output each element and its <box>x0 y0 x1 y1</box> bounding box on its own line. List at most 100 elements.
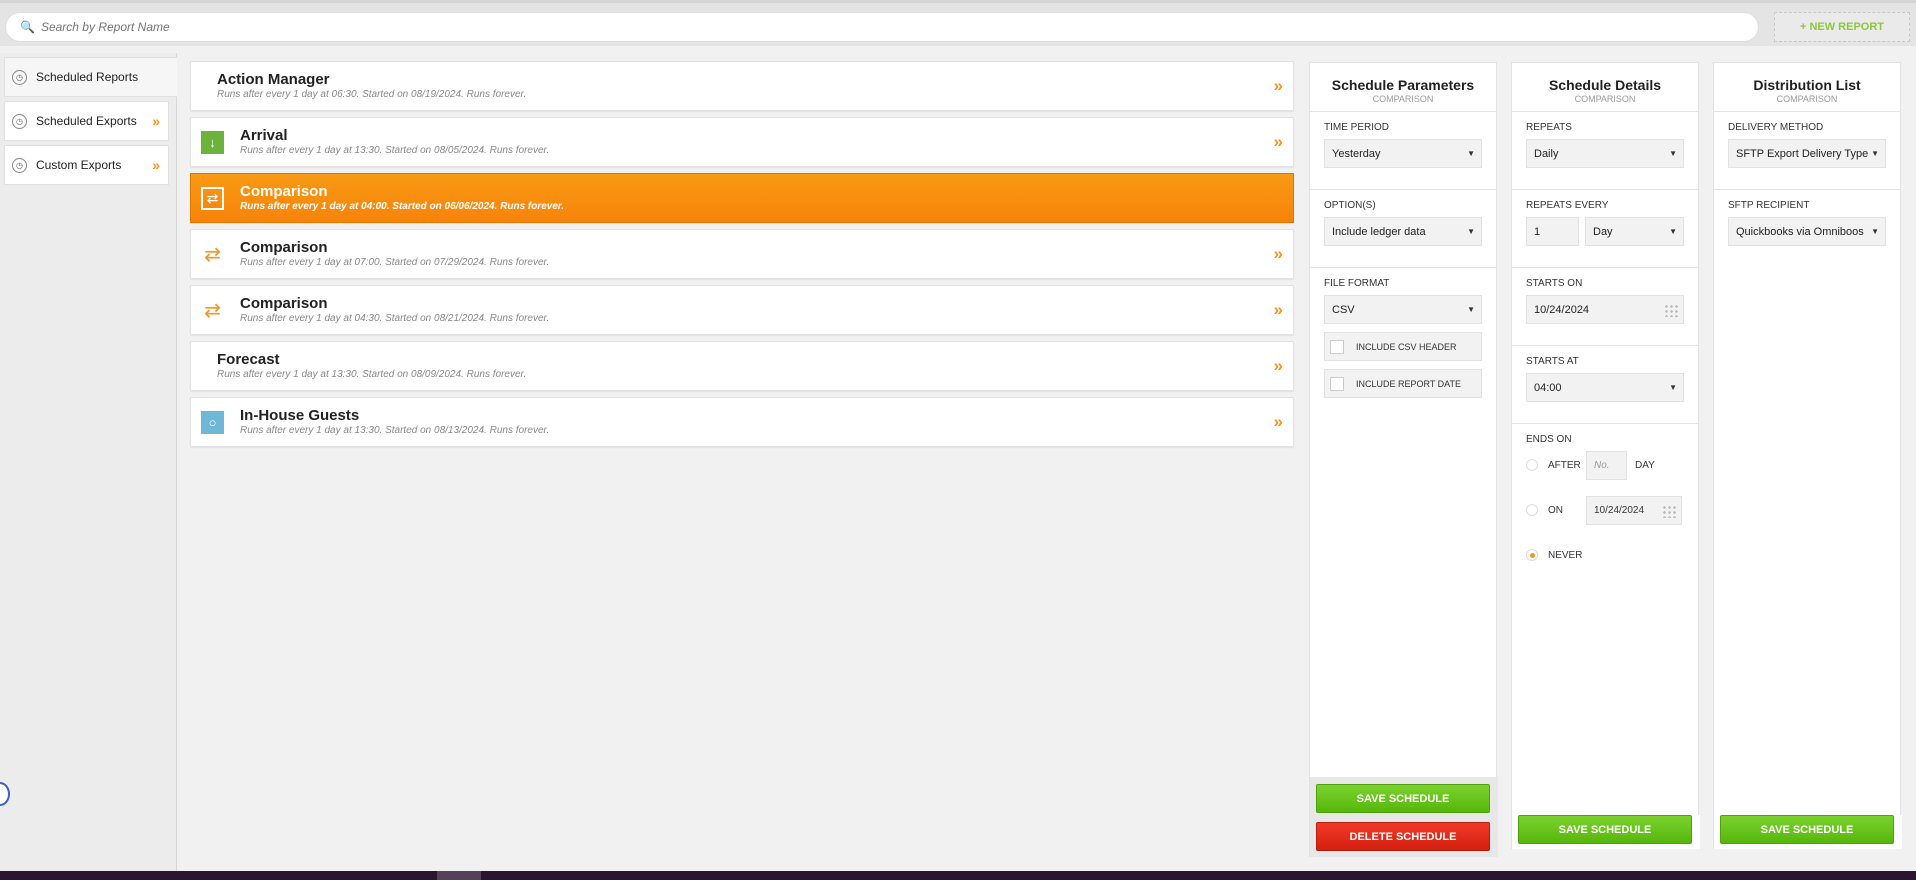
panel-title: Schedule Details <box>1548 77 1662 93</box>
calendar-icon[interactable] <box>1664 304 1678 317</box>
taskbar <box>0 871 1916 880</box>
sidebar-item-scheduled-reports[interactable]: ◷ Scheduled Reports <box>4 57 177 97</box>
day-label: DAY <box>1635 459 1655 471</box>
never-label: NEVER <box>1548 549 1583 561</box>
include-report-date-checkbox[interactable]: INCLUDE REPORT DATE <box>1324 369 1482 398</box>
time-period-select[interactable]: Yesterday ▼ <box>1324 139 1482 168</box>
caret-down-icon: ▼ <box>1467 149 1475 158</box>
double-chevron-right-icon[interactable]: » <box>1274 412 1283 432</box>
report-title: Arrival <box>240 127 288 144</box>
search-bar[interactable]: 🔍 <box>5 12 1759 42</box>
report-subtitle: Runs after every 1 day at 13:30. Started… <box>240 425 550 436</box>
report-row[interactable]: Forecast Runs after every 1 day at 13:30… <box>190 341 1294 391</box>
report-subtitle: Runs after every 1 day at 13:30. Started… <box>217 369 527 380</box>
report-subtitle: Runs after every 1 day at 13:30. Started… <box>240 145 550 156</box>
caret-down-icon: ▼ <box>1868 227 1879 236</box>
checkbox-label: INCLUDE REPORT DATE <box>1356 378 1462 389</box>
panel-footer: SAVE SCHEDULE DELETE SCHEDULE <box>1310 777 1498 857</box>
comparison-swap-icon: ⇄ <box>204 244 221 266</box>
search-input[interactable] <box>40 20 1758 34</box>
report-row[interactable]: ○ In-House Guests Runs after every 1 day… <box>190 397 1294 447</box>
sftp-recipient-value: Quickbooks via Omniboos <box>1736 225 1864 238</box>
time-period-label: TIME PERIOD <box>1324 122 1390 133</box>
ends-never-option[interactable]: NEVER <box>1526 537 1684 573</box>
options-select[interactable]: Include ledger data ▼ <box>1324 217 1482 246</box>
repeats-value: Daily <box>1534 147 1559 160</box>
report-row[interactable]: Action Manager Runs after every 1 day at… <box>190 61 1294 111</box>
starts-at-select[interactable]: 04:00 ▼ <box>1526 373 1684 402</box>
delete-schedule-button[interactable]: DELETE SCHEDULE <box>1316 822 1490 851</box>
file-format-select[interactable]: CSV ▼ <box>1324 295 1482 324</box>
report-title: Comparison <box>240 183 328 200</box>
search-icon: 🔍 <box>20 20 35 34</box>
delivery-method-select[interactable]: SFTP Export Delivery Type ▼ <box>1728 139 1886 168</box>
calendar-icon[interactable] <box>1662 504 1676 518</box>
panel-title: Distribution List <box>1753 77 1861 93</box>
starts-at-label: STARTS AT <box>1526 356 1579 367</box>
double-chevron-right-icon[interactable]: » <box>1274 300 1283 320</box>
starts-on-date-input[interactable]: 10/24/2024 <box>1526 295 1684 324</box>
after-radio[interactable] <box>1526 459 1538 471</box>
options-label: OPTION(S) <box>1324 200 1376 211</box>
repeats-every-input[interactable]: 1 <box>1526 217 1579 246</box>
double-chevron-right-icon: » <box>152 157 160 173</box>
schedule-details-panel: Schedule Details COMPARISON REPEATS Dail… <box>1511 62 1700 849</box>
delivery-method-label: DELIVERY METHOD <box>1728 122 1824 133</box>
checkbox-box[interactable] <box>1330 339 1344 354</box>
save-schedule-button[interactable]: SAVE SCHEDULE <box>1720 815 1894 844</box>
caret-down-icon: ▼ <box>1669 227 1677 236</box>
sidebar-item-label: Scheduled Exports <box>36 114 137 128</box>
report-row-selected[interactable]: ⇄ Comparison Runs after every 1 day at 0… <box>190 173 1294 223</box>
sftp-recipient-label: SFTP RECIPIENT <box>1728 200 1810 211</box>
report-title: Action Manager <box>217 71 330 88</box>
distribution-list-panel: Distribution List COMPARISON DELIVERY ME… <box>1713 62 1902 849</box>
new-report-button[interactable]: + NEW REPORT <box>1774 12 1910 42</box>
ends-after-option[interactable]: AFTER No. DAY <box>1526 447 1684 483</box>
report-row[interactable]: ⇄ Comparison Runs after every 1 day at 0… <box>190 285 1294 335</box>
panel-footer: SAVE SCHEDULE <box>1714 815 1902 849</box>
panel-title: Schedule Parameters <box>1331 77 1475 93</box>
clock-icon: ◷ <box>12 157 27 173</box>
report-row[interactable]: ↓ Arrival Runs after every 1 day at 13:3… <box>190 117 1294 167</box>
report-subtitle: Runs after every 1 day at 06:30. Started… <box>217 89 527 100</box>
time-period-value: Yesterday <box>1332 147 1381 160</box>
starts-at-value: 04:00 <box>1534 381 1562 394</box>
ends-on-option[interactable]: ON 10/24/2024 <box>1526 492 1684 528</box>
report-title: Comparison <box>240 295 328 312</box>
report-title: In-House Guests <box>240 407 360 424</box>
sidebar-item-label: Scheduled Reports <box>36 70 139 84</box>
caret-down-icon: ▼ <box>1467 227 1475 236</box>
double-chevron-right-icon[interactable]: » <box>1274 132 1283 152</box>
ends-on-date-input[interactable]: 10/24/2024 <box>1586 495 1682 525</box>
sftp-recipient-select[interactable]: Quickbooks via Omniboos ▼ <box>1728 217 1886 246</box>
panel-subtitle: COMPARISON <box>1372 94 1434 104</box>
after-count-placeholder: No. <box>1594 459 1610 471</box>
clock-icon: ◷ <box>12 69 27 85</box>
never-radio[interactable] <box>1526 549 1538 561</box>
double-chevron-right-icon[interactable]: » <box>1274 244 1283 264</box>
starts-on-value: 10/24/2024 <box>1534 303 1590 316</box>
in-house-circle-icon: ○ <box>201 411 224 434</box>
include-csv-header-checkbox[interactable]: INCLUDE CSV HEADER <box>1324 332 1482 361</box>
double-chevron-right-icon[interactable]: » <box>1274 356 1283 376</box>
save-schedule-button[interactable]: SAVE SCHEDULE <box>1316 784 1490 813</box>
sidebar-item-scheduled-exports[interactable]: ◷ Scheduled Exports » <box>4 101 169 141</box>
panel-footer: SAVE SCHEDULE <box>1512 815 1700 849</box>
on-radio[interactable] <box>1526 504 1538 516</box>
double-chevron-right-icon[interactable]: » <box>1274 76 1283 96</box>
on-label: ON <box>1548 504 1563 516</box>
repeats-select[interactable]: Daily ▼ <box>1526 139 1684 168</box>
starts-on-label: STARTS ON <box>1526 278 1583 289</box>
after-label: AFTER <box>1548 459 1581 471</box>
report-title: Forecast <box>217 351 280 368</box>
repeats-every-unit-select[interactable]: Day ▼ <box>1585 217 1684 246</box>
report-row[interactable]: ⇄ Comparison Runs after every 1 day at 0… <box>190 229 1294 279</box>
checkbox-box[interactable] <box>1330 376 1344 391</box>
save-schedule-button[interactable]: SAVE SCHEDULE <box>1518 815 1692 844</box>
sidebar-item-custom-exports[interactable]: ◷ Custom Exports » <box>4 145 169 185</box>
sidebar: ◷ Scheduled Reports ◷ Scheduled Exports … <box>0 53 177 871</box>
panel-subtitle: COMPARISON <box>1776 94 1838 104</box>
taskbar-tab[interactable] <box>437 871 481 880</box>
repeats-label: REPEATS <box>1526 122 1572 133</box>
after-count-input[interactable]: No. <box>1586 450 1627 480</box>
